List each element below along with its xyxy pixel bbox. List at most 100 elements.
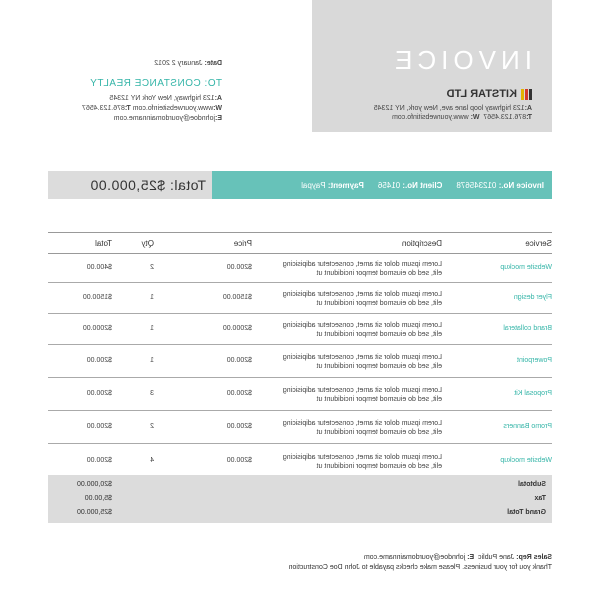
bill-phone-value: 876.123.4567 xyxy=(82,105,125,112)
description-line-1: Lorem ipsum dolor sit amet, consectetur … xyxy=(282,291,442,298)
total-label: Total: xyxy=(169,177,206,193)
description-cell: Lorem ipsum dolor sit amet, consectetur … xyxy=(242,353,442,371)
service-cell: Brand collateral xyxy=(503,325,552,332)
description-line-1: Lorem ipsum dolor sit amet, consectetur … xyxy=(282,261,442,268)
total-cell: $2000.00 xyxy=(82,325,112,332)
bill-email-label: E: xyxy=(215,115,222,122)
bill-phone-label: T: xyxy=(124,105,131,112)
description-cell: Lorem ipsum dolor sit amet, consectetur … xyxy=(242,321,442,339)
totals-panel: Subtotal $20,000.00 Tax $5,00.00 Grand T… xyxy=(48,475,552,523)
subtotal-value: $20,000.00 xyxy=(76,481,112,488)
thank-you-note: Thank you for your business. Please make… xyxy=(288,564,552,571)
description-cell: Lorem ipsum dolor sit amet, consectetur … xyxy=(242,453,442,471)
total-cell: $200.00 xyxy=(86,457,112,464)
invoice-no-label: Invoice No.: xyxy=(498,180,544,190)
description-line-2: elit, sed do eiusmod tempor incididunt u… xyxy=(316,363,442,370)
table-header: Service Description Price Qty Total xyxy=(48,232,552,254)
bill-email-value: johndoe@yourdomainname.com xyxy=(113,115,215,122)
qty-cell: 4 xyxy=(150,457,154,464)
payment-value: Paypal xyxy=(301,180,326,190)
payment-label: Payment: xyxy=(327,180,364,190)
bill-web-value: www.yourwebsiteinfo.com xyxy=(132,105,214,112)
qty-cell: 2 xyxy=(150,264,154,271)
bill-address-value: 123 highway, New York NY 12345 xyxy=(109,95,215,102)
sales-rep-label: Sales Rep: xyxy=(516,554,552,561)
table-row: Brand collateral $2000.00 1 $2000.00 Lorem i… xyxy=(48,314,552,345)
description-line-2: elit, sed do eiusmod tempor incididunt u… xyxy=(316,331,442,338)
bill-to-name: TO: CONSTANCE REALTY xyxy=(89,78,222,89)
footer: Sales Rep: Jane Public E: johndoe@yourdo… xyxy=(289,553,552,573)
table-body: Website mockup $200.00 2 $400.00 Lorem ipsum… xyxy=(48,254,552,479)
qty-cell: 3 xyxy=(150,390,154,397)
sales-rep-value: Jane Public xyxy=(478,554,515,561)
client-no-label: Client No.: xyxy=(402,180,443,190)
description-cell: Lorem ipsum dolor sit amet, consectetur … xyxy=(242,419,442,437)
logo-bar-1 xyxy=(529,88,532,100)
total-cell: $200.00 xyxy=(86,357,112,364)
footer-email-label: E: xyxy=(467,554,475,561)
table-row: Website mockup $200.00 2 $400.00 Lorem ipsum… xyxy=(48,254,552,283)
invoice-no-value: 012345678 xyxy=(456,180,497,190)
company-name: KITSTAR LTD xyxy=(446,88,517,100)
qty-cell: 2 xyxy=(150,423,154,430)
service-cell: Flyer design xyxy=(513,294,552,301)
invoice-page: INVOICE KITSTAR LTD A:123 highway loop l… xyxy=(0,0,600,600)
date-label: Date: xyxy=(204,60,222,67)
total-value: $25,000.00 xyxy=(90,177,166,193)
invoice-meta-bar: Invoice No.: 012345678 Client No.: 01456… xyxy=(212,171,552,199)
service-cell: Proposal Kit xyxy=(514,390,552,397)
description-line-2: elit, sed do eiusmod tempor incididunt u… xyxy=(316,429,442,436)
date-line: Date: January 2 2012 xyxy=(154,60,222,67)
qty-cell: 1 xyxy=(150,325,154,332)
total-cell: $1500.00 xyxy=(82,294,112,301)
total-cell: $200.00 xyxy=(86,423,112,430)
company-phone-value: 876.123.4567 xyxy=(483,114,527,121)
bill-web-label: W: xyxy=(213,105,222,112)
grand-total-label: Grand Total xyxy=(507,509,546,516)
date-value: January 2 2012 xyxy=(154,60,203,67)
company-web-value: www.yourwebsitinfo.com xyxy=(392,114,469,121)
table-row: Flyer design $1500.00 1 $1500.00 Lorem ipsum… xyxy=(48,283,552,314)
description-line-1: Lorem ipsum dolor sit amet, consectetur … xyxy=(282,387,442,394)
logo-bar-2 xyxy=(525,88,528,100)
description-line-2: elit, sed do eiusmod tempor incididunt u… xyxy=(316,300,442,307)
table-row: Proposal Kit $200.00 3 $200.00 Lorem ipsum d… xyxy=(48,378,552,411)
company-web-label: W: xyxy=(470,114,480,121)
company-address-label: A: xyxy=(524,105,532,112)
total-cell: $200.00 xyxy=(86,390,112,397)
total-cell: $400.00 xyxy=(86,264,112,271)
company-row: KITSTAR LTD xyxy=(447,88,532,100)
service-cell: Promo Banners xyxy=(503,423,552,430)
header-qty: Qty xyxy=(141,239,154,248)
bill-address-label: A: xyxy=(214,95,222,102)
company-address-value: 123 highway loop lane ave, New york, NY … xyxy=(373,105,525,112)
client-no-value: 01456 xyxy=(377,180,401,190)
grand-total-value: $25,000.00 xyxy=(76,509,112,516)
description-cell: Lorem ipsum dolor sit amet, consectetur … xyxy=(242,290,442,308)
company-phone-label: T: xyxy=(526,114,532,121)
mirrored-canvas: INVOICE KITSTAR LTD A:123 highway loop l… xyxy=(0,0,600,600)
payment: Payment: Paypal xyxy=(301,181,364,190)
company-logo xyxy=(521,88,532,100)
description-line-2: elit, sed do eiusmod tempor incididunt u… xyxy=(316,270,442,277)
header-price: Price xyxy=(233,239,252,248)
logo-bar-3 xyxy=(521,88,524,100)
invoice-no: Invoice No.: 012345678 xyxy=(456,181,544,190)
service-cell: Powerpoint xyxy=(516,357,552,364)
bill-to-address: A:123 highway, New York NY 12345 W:www.y… xyxy=(82,94,222,124)
tax-label: Tax xyxy=(534,495,546,502)
service-cell: Website mockup xyxy=(500,457,552,464)
description-cell: Lorem ipsum dolor sit amet, consectetur … xyxy=(242,260,442,278)
qty-cell: 1 xyxy=(150,357,154,364)
header-total: Total xyxy=(95,239,112,248)
tax-value: $5,00.00 xyxy=(84,495,112,502)
description-line-1: Lorem ipsum dolor sit amet, consectetur … xyxy=(282,420,442,427)
qty-cell: 1 xyxy=(150,294,154,301)
table-row: Website mockup $200.00 4 $200.00 Lorem ipsum… xyxy=(48,444,552,479)
info-bar: Invoice No.: 012345678 Client No.: 01456… xyxy=(0,171,600,199)
description-cell: Lorem ipsum dolor sit amet, consectetur … xyxy=(242,386,442,404)
total-bar: Total: $25,000.00 xyxy=(48,171,212,199)
description-line-2: elit, sed do eiusmod tempor incididunt u… xyxy=(316,396,442,403)
header-description: Description xyxy=(401,239,442,248)
table-row: Powerpoint $200.00 1 $200.00 Lorem ipsum dol… xyxy=(48,345,552,378)
